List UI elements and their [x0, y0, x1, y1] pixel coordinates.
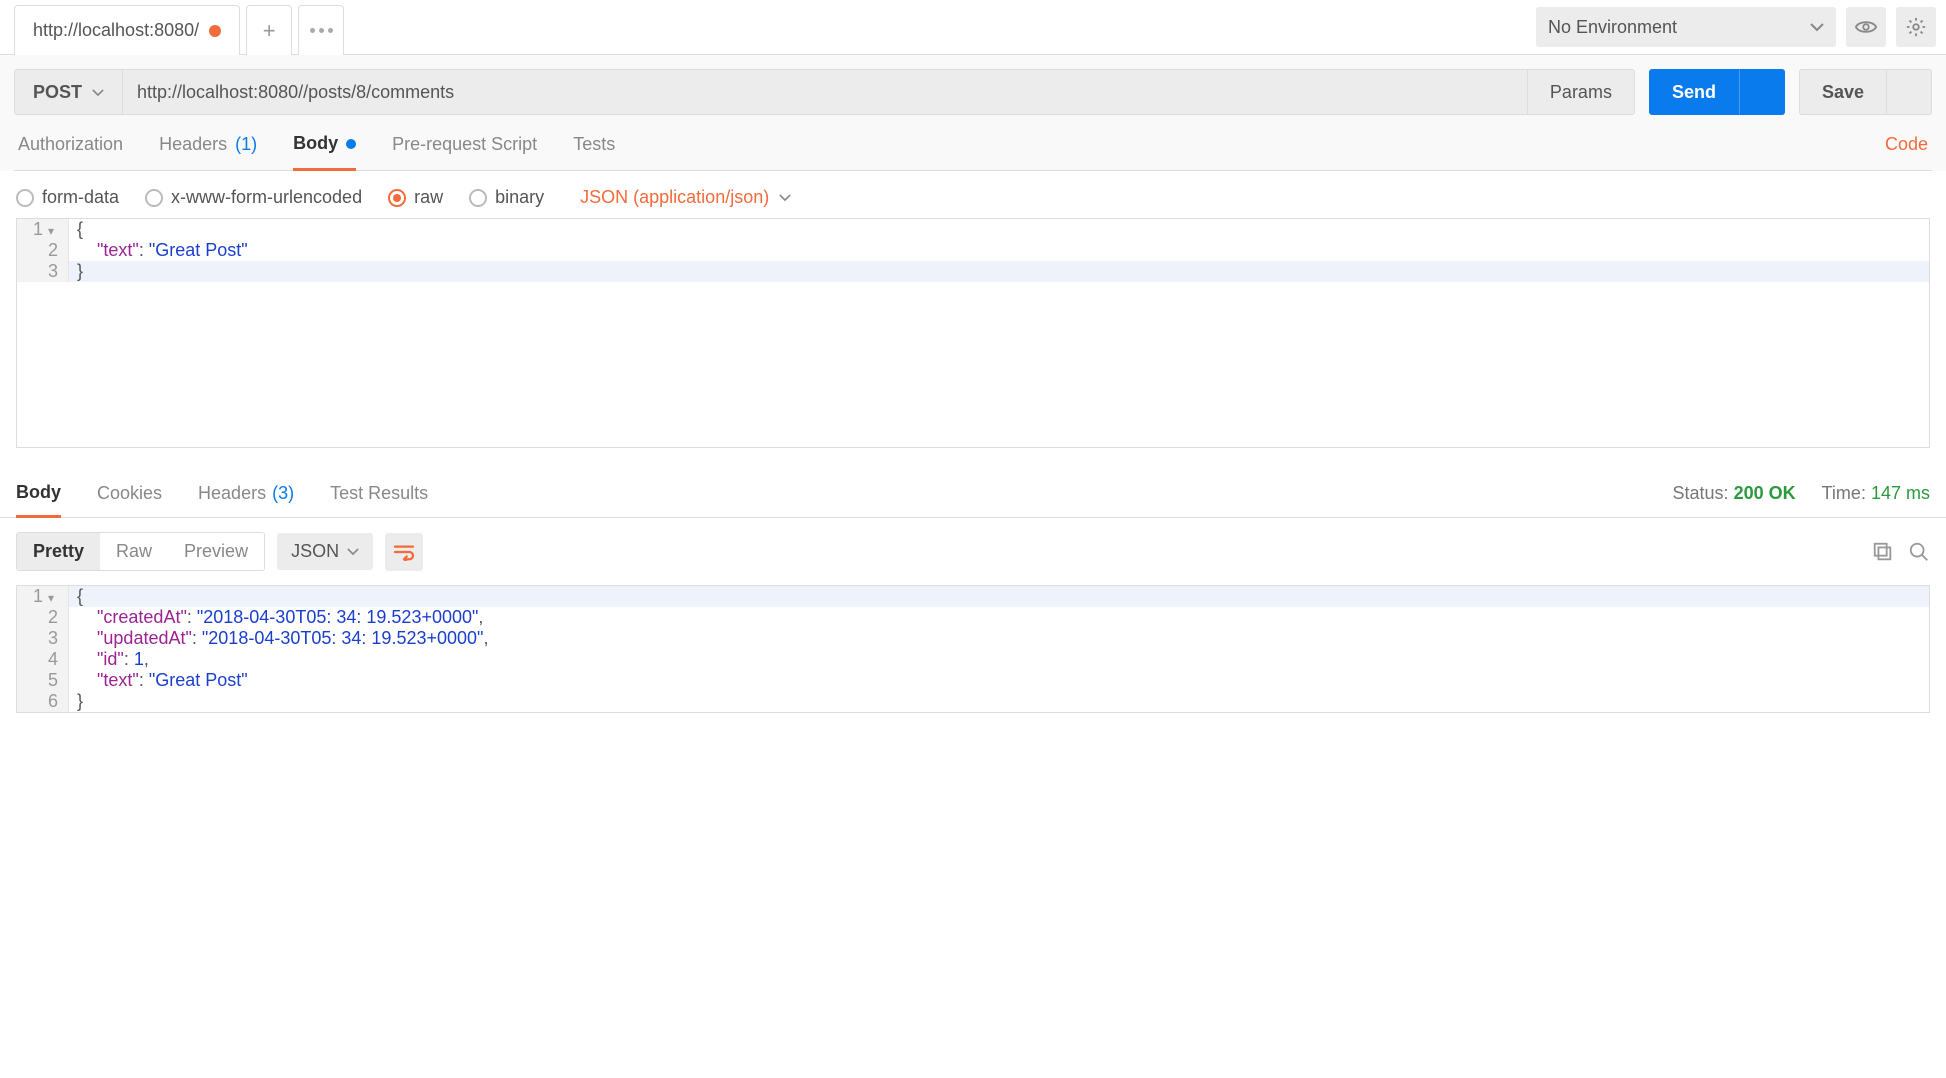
http-method-select[interactable]: POST — [14, 69, 123, 115]
view-preview[interactable]: Preview — [168, 533, 264, 570]
radio-form-data[interactable]: form-data — [16, 187, 119, 208]
modified-dot-icon — [346, 139, 356, 149]
send-dropdown[interactable] — [1739, 69, 1785, 115]
unsaved-indicator-icon — [209, 25, 221, 37]
send-button[interactable]: Send — [1649, 69, 1739, 115]
response-tab-headers[interactable]: Headers (3) — [198, 483, 294, 516]
view-raw[interactable]: Raw — [100, 533, 168, 570]
tab-pre-request[interactable]: Pre-request Script — [392, 134, 537, 169]
radio-urlencoded[interactable]: x-www-form-urlencoded — [145, 187, 362, 208]
chevron-down-icon — [92, 88, 104, 97]
request-tab[interactable]: http://localhost:8080/ — [14, 5, 240, 55]
tab-headers[interactable]: Headers (1) — [159, 134, 257, 169]
tab-tests[interactable]: Tests — [573, 134, 615, 169]
environment-quicklook-button[interactable] — [1846, 7, 1886, 47]
request-body-editor[interactable]: 1 ▾{2 "text": "Great Post"3 } — [16, 218, 1930, 448]
environment-label: No Environment — [1548, 17, 1677, 38]
ellipsis-icon — [310, 28, 333, 33]
copy-icon — [1872, 541, 1894, 563]
copy-response-button[interactable] — [1872, 541, 1894, 563]
wrap-icon — [393, 543, 415, 561]
url-input[interactable] — [123, 69, 1528, 115]
view-pretty[interactable]: Pretty — [17, 533, 100, 570]
tab-url: http://localhost:8080/ — [33, 20, 199, 41]
response-tab-cookies[interactable]: Cookies — [97, 483, 162, 516]
response-view-segmented[interactable]: Pretty Raw Preview — [16, 532, 265, 571]
radio-binary[interactable]: binary — [469, 187, 544, 208]
response-tab-body[interactable]: Body — [16, 482, 61, 518]
gear-icon — [1905, 16, 1927, 38]
chevron-down-icon — [1810, 22, 1824, 32]
response-format-select[interactable]: JSON — [277, 533, 373, 570]
tab-authorization[interactable]: Authorization — [18, 134, 123, 169]
radio-raw[interactable]: raw — [388, 187, 443, 208]
chevron-down-icon — [347, 547, 359, 556]
tab-options-button[interactable] — [298, 5, 344, 55]
time-label: Time: 147 ms — [1822, 483, 1930, 504]
save-dropdown[interactable] — [1887, 69, 1932, 115]
params-button[interactable]: Params — [1528, 69, 1635, 115]
new-tab-button[interactable]: + — [246, 5, 292, 55]
save-button[interactable]: Save — [1799, 69, 1887, 115]
search-icon — [1908, 541, 1930, 563]
eye-icon — [1855, 16, 1877, 38]
environment-select[interactable]: No Environment — [1536, 7, 1836, 47]
plus-icon: + — [263, 18, 276, 44]
response-body-viewer[interactable]: 1 ▾{2 "createdAt": "2018-04-30T05: 34: 1… — [16, 585, 1930, 713]
wrap-lines-button[interactable] — [385, 533, 423, 571]
settings-button[interactable] — [1896, 7, 1936, 47]
tab-body[interactable]: Body — [293, 133, 356, 171]
content-type-select[interactable]: JSON (application/json) — [580, 187, 791, 208]
response-tab-test-results[interactable]: Test Results — [330, 483, 428, 516]
http-method-label: POST — [33, 82, 82, 103]
search-response-button[interactable] — [1908, 541, 1930, 563]
chevron-down-icon — [779, 193, 791, 202]
code-link[interactable]: Code — [1885, 134, 1928, 169]
status-label: Status: 200 OK — [1673, 483, 1796, 504]
